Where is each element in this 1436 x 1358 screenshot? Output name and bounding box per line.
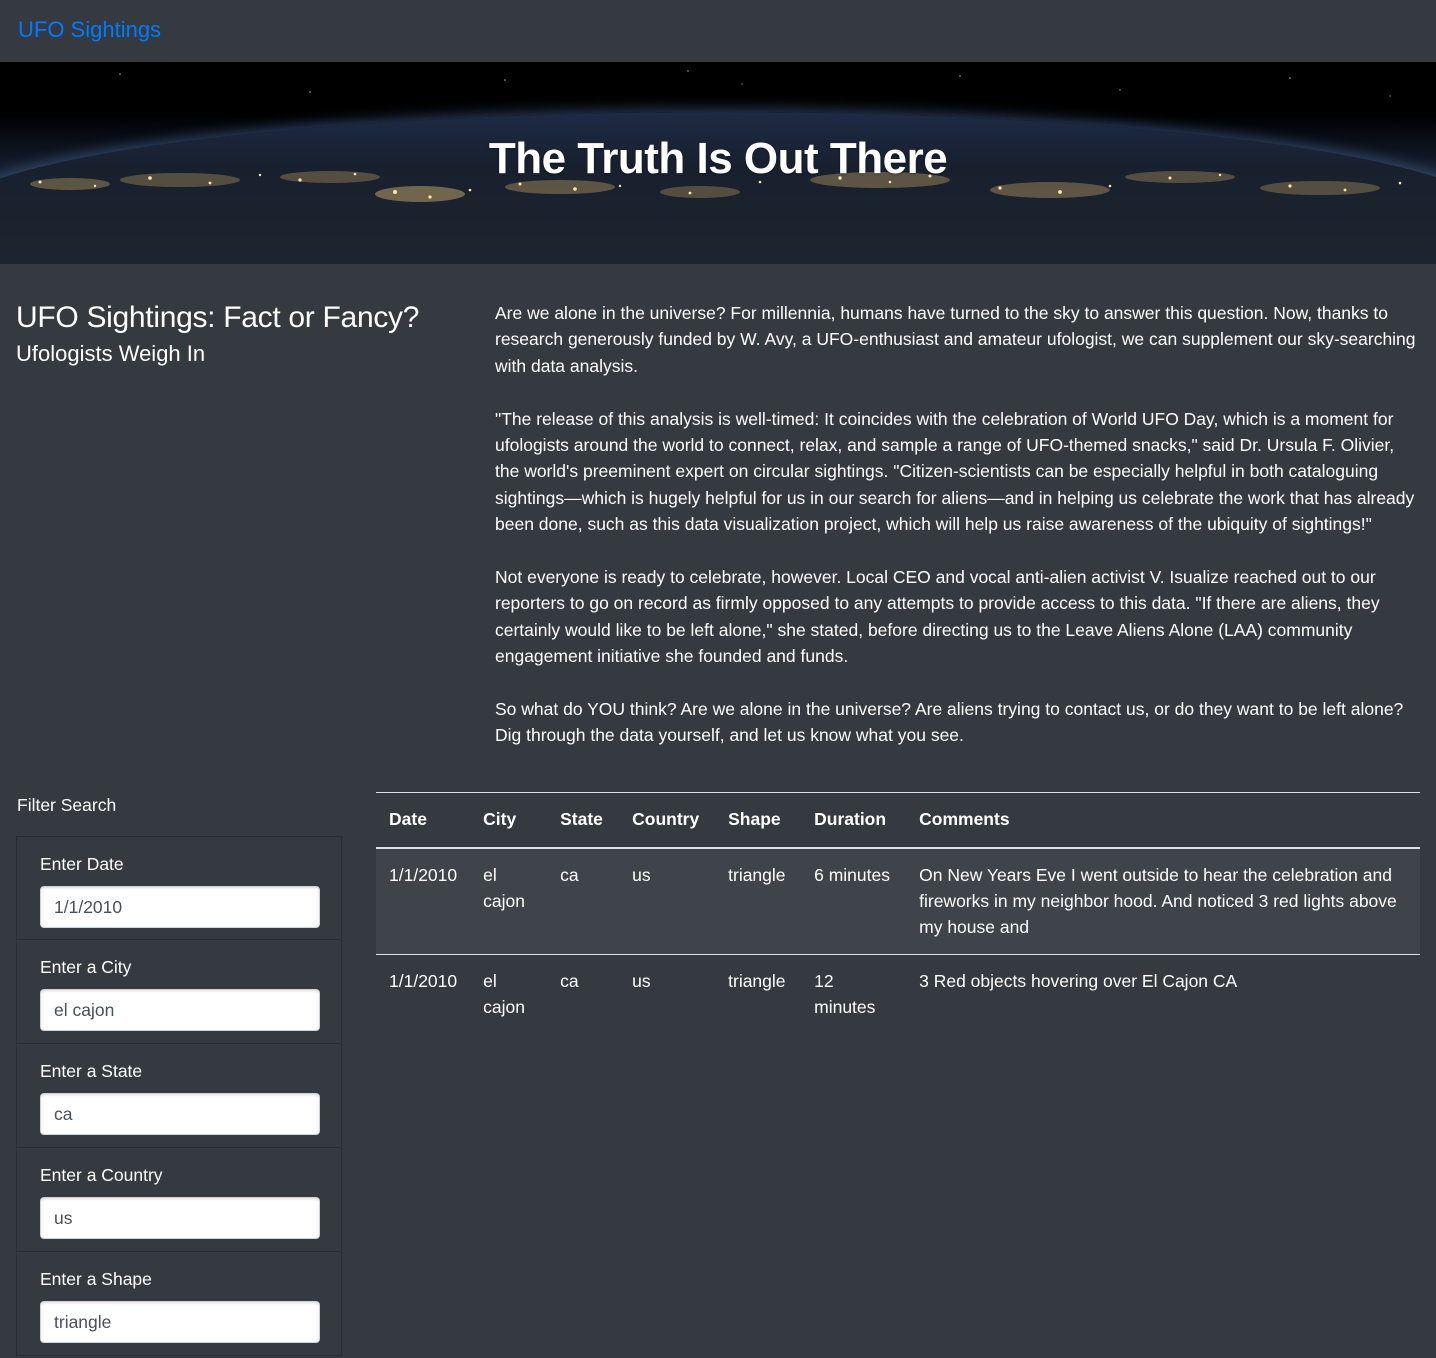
state-input[interactable] [40,1093,320,1135]
filter-search-title: Filter Search [17,795,117,815]
cell-date: 1/1/2010 [389,864,458,885]
filter-label-state: Enter a State [40,1061,143,1081]
date-input[interactable] [40,886,320,928]
country-input[interactable] [40,1197,320,1239]
cell-city: el cajon [483,864,525,911]
cell-duration: 6 minutes [814,864,890,885]
column-header-duration[interactable]: Duration [801,793,906,848]
hero-title: The Truth Is Out There [488,134,948,183]
cell-city: el cajon [483,970,525,1018]
filter-label-shape: Enter a Shape [40,1269,152,1289]
article-paragraph: Not everyone is ready to celebrate, howe… [495,567,1380,667]
sightings-table-container: Date City State Country Shape Duration C… [376,792,1420,1034]
sightings-table: Date City State Country Shape Duration C… [376,792,1420,1034]
filter-item-state: Enter a State [16,1044,342,1148]
city-input[interactable] [40,989,320,1031]
cell-shape: triangle [728,864,786,885]
filter-item-city: Enter a City [16,940,342,1044]
article-body: Are we alone in the universe? For millen… [495,300,1420,775]
filter-list: Enter Date Enter a City Enter a State En… [16,836,342,1356]
cell-date: 1/1/2010 [389,970,458,991]
article-paragraph: Are we alone in the universe? For millen… [495,303,1416,376]
intro-heading: UFO Sightings: Fact or Fancy? Ufologists… [16,300,456,368]
cell-comments: 3 Red objects hovering over El Cajon CA [919,970,1238,991]
shape-input[interactable] [40,1301,320,1343]
hero-banner: The Truth Is Out There [0,62,1436,264]
article-paragraph: "The release of this analysis is well-ti… [495,408,1415,535]
cell-duration: 12 minutes [814,970,876,1018]
column-header-state[interactable]: State [547,793,619,848]
cell-comments: On New Years Eve I went outside to hear … [919,864,1397,938]
article-paragraph: So what do YOU think? Are we alone in th… [495,699,1404,746]
filter-item-shape: Enter a Shape [16,1252,342,1356]
filter-item-country: Enter a Country [16,1148,342,1252]
cell-shape: triangle [728,970,786,991]
column-header-comments[interactable]: Comments [906,793,1420,848]
column-header-city[interactable]: City [470,793,547,848]
filter-label-date: Enter Date [40,854,124,874]
intro-subtitle: Ufologists Weigh In [16,341,206,366]
navbar-brand-link[interactable]: UFO Sightings [18,17,161,43]
cell-state: ca [560,864,579,885]
filter-label-country: Enter a Country [40,1165,163,1185]
table-row: 1/1/2010 el cajon ca us triangle 6 minut… [376,847,1420,955]
column-header-country[interactable]: Country [619,793,715,848]
cell-state: ca [560,970,579,991]
cell-country: us [632,970,651,991]
table-row: 1/1/2010 el cajon ca us triangle 12 minu… [376,954,1420,1033]
filter-item-date: Enter Date [16,836,342,940]
column-header-shape[interactable]: Shape [715,793,801,848]
intro-title: UFO Sightings: Fact or Fancy? [16,301,420,334]
cell-country: us [632,864,651,885]
navbar: UFO Sightings [0,0,1436,62]
column-header-date[interactable]: Date [376,793,470,848]
table-header-row: Date City State Country Shape Duration C… [376,792,1420,848]
filter-label-city: Enter a City [40,957,132,977]
